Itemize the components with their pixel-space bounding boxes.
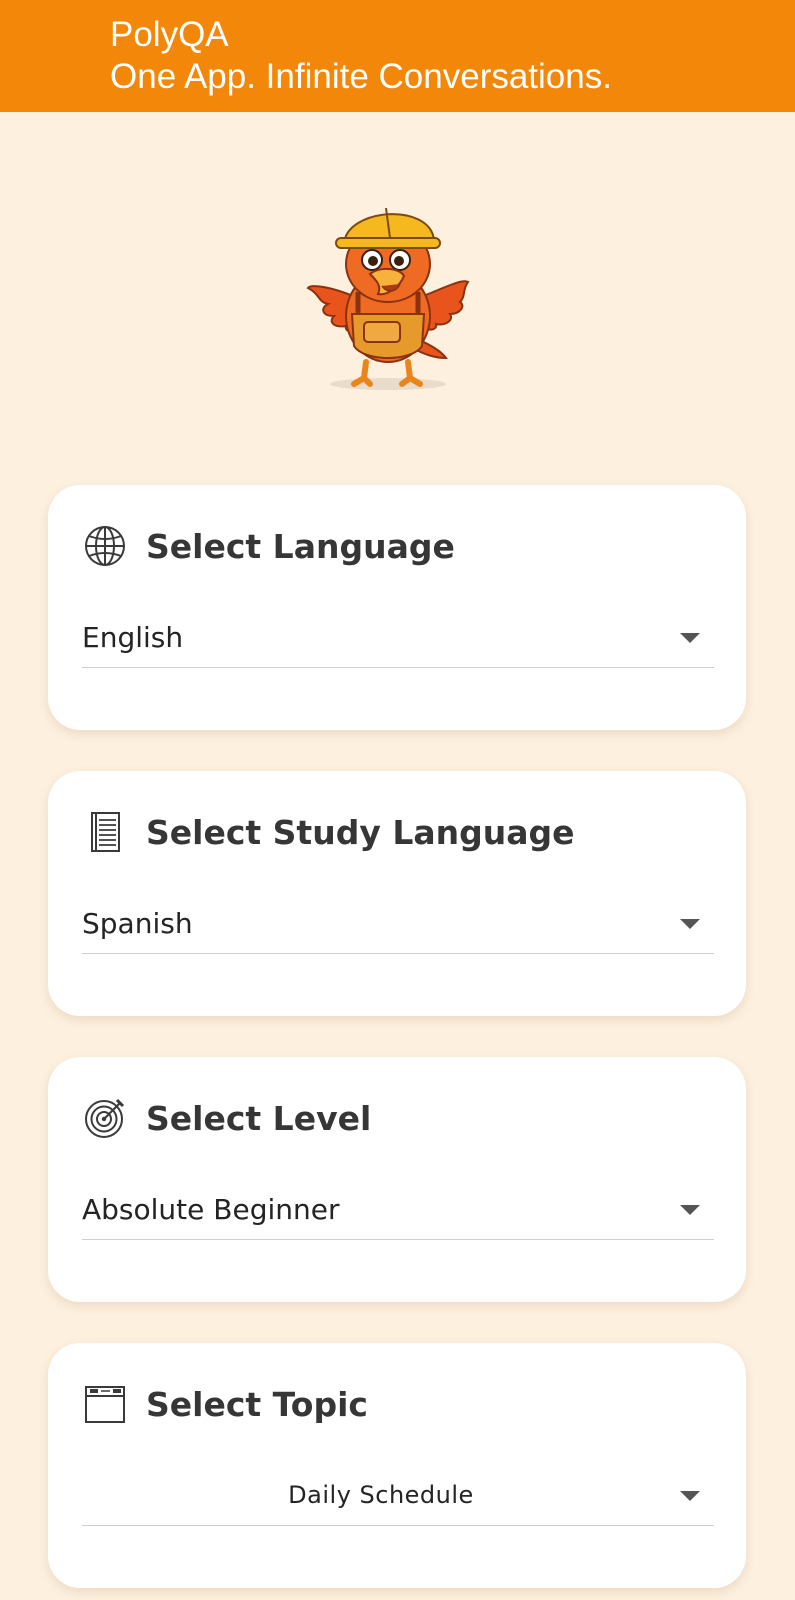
topic-dropdown[interactable]: Daily Schedule: [82, 1473, 714, 1526]
parrot-mascot-icon: [300, 186, 490, 401]
app-bar: PolyQA One App. Infinite Conversations.: [0, 0, 795, 112]
topic-dropdown-value: Daily Schedule: [288, 1481, 474, 1509]
language-dropdown-value: English: [82, 620, 184, 654]
chevron-down-icon[interactable]: [680, 1491, 700, 1501]
notebook-icon: [82, 809, 128, 855]
study-language-card: Select Study Language Spanish: [48, 771, 746, 1016]
chevron-down-icon[interactable]: [680, 633, 700, 643]
topic-card: Select Topic Daily Schedule: [48, 1343, 746, 1588]
chevron-down-icon[interactable]: [680, 1205, 700, 1215]
card-title: Select Topic: [146, 1384, 368, 1424]
topic-card-header: Select Topic: [82, 1379, 368, 1429]
language-dropdown[interactable]: English: [82, 615, 714, 668]
card-title: Select Study Language: [146, 812, 575, 852]
target-icon: [82, 1095, 128, 1141]
app-title: PolyQA: [110, 15, 229, 54]
study-language-dropdown-value: Spanish: [82, 906, 193, 940]
calendar-icon: [82, 1381, 128, 1427]
study-language-dropdown[interactable]: Spanish: [82, 901, 714, 954]
card-title: Select Language: [146, 526, 455, 566]
level-card: Select Level Absolute Beginner: [48, 1057, 746, 1302]
level-card-header: Select Level: [82, 1093, 371, 1143]
chevron-down-icon[interactable]: [680, 919, 700, 929]
level-dropdown[interactable]: Absolute Beginner: [82, 1187, 714, 1240]
level-dropdown-value: Absolute Beginner: [82, 1192, 340, 1226]
language-card-header: Select Language: [82, 521, 455, 571]
language-card: Select Language English: [48, 485, 746, 730]
study-language-card-header: Select Study Language: [82, 807, 575, 857]
globe-icon: [82, 523, 128, 569]
app-subtitle: One App. Infinite Conversations.: [110, 57, 612, 96]
card-title: Select Level: [146, 1098, 372, 1138]
